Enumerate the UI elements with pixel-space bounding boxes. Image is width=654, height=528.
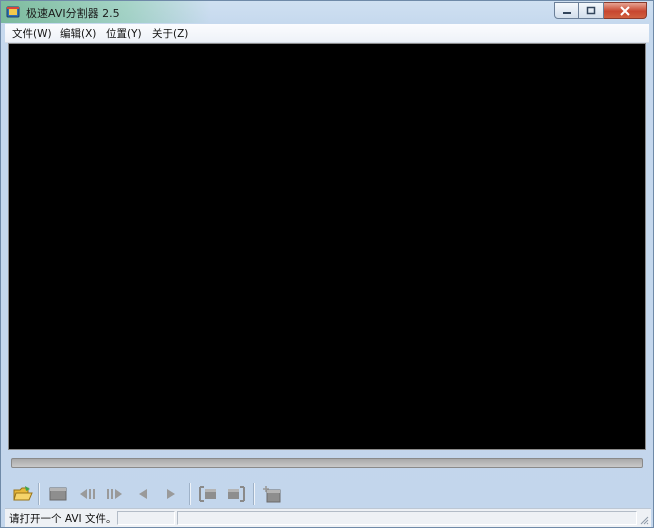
minimize-button[interactable]	[554, 2, 579, 19]
toolbar-separator	[253, 483, 254, 505]
toolbar-separator	[189, 483, 190, 505]
next-frame-button[interactable]	[104, 483, 126, 505]
mark-out-button[interactable]	[225, 483, 247, 505]
app-icon	[6, 6, 20, 18]
play-icon	[167, 489, 175, 499]
split-save-icon	[263, 486, 281, 503]
open-folder-icon	[13, 486, 33, 501]
minimize-icon	[562, 11, 571, 14]
open-button[interactable]	[12, 483, 34, 505]
title-bar[interactable]: 极速AVI分割器 2.5	[1, 1, 653, 23]
status-pane	[177, 511, 637, 525]
toolbar-separator	[38, 483, 39, 505]
play-button[interactable]	[160, 483, 182, 505]
split-save-button[interactable]	[261, 483, 283, 505]
video-preview	[8, 43, 646, 450]
stop-button[interactable]	[47, 483, 69, 505]
close-button[interactable]	[604, 2, 647, 19]
mark-in-button[interactable]	[197, 483, 219, 505]
status-message: 请打开一个 AVI 文件。	[9, 513, 117, 525]
stop-icon	[49, 487, 67, 501]
menu-bar: 文件(W) 编辑(X) 位置(Y) 关于(Z)	[5, 24, 649, 43]
menu-position[interactable]: 位置(Y)	[104, 26, 144, 41]
seek-slider[interactable]	[11, 458, 643, 468]
mark-out-icon	[228, 486, 245, 502]
status-bar: 请打开一个 AVI 文件。	[5, 508, 651, 527]
app-window: 极速AVI分割器 2.5 文件(W) 编辑(X) 位置(Y) 关于(Z) 请打开…	[0, 0, 654, 528]
step-back-button[interactable]	[132, 483, 154, 505]
menu-about[interactable]: 关于(Z)	[150, 26, 190, 41]
previous-frame-button[interactable]	[76, 483, 98, 505]
maximize-button[interactable]	[579, 2, 604, 19]
window-title: 极速AVI分割器 2.5	[26, 7, 120, 20]
mark-in-icon	[199, 486, 216, 502]
step-back-icon	[139, 489, 147, 499]
close-icon	[620, 5, 630, 16]
maximize-icon	[586, 6, 596, 15]
caption-buttons	[554, 2, 647, 19]
toolbar	[5, 480, 649, 507]
menu-edit[interactable]: 编辑(X)	[58, 26, 98, 41]
menu-file[interactable]: 文件(W)	[10, 26, 54, 41]
resize-grip-icon[interactable]	[639, 515, 649, 525]
previous-frame-icon	[80, 489, 95, 499]
status-pane	[117, 511, 175, 525]
next-frame-icon	[107, 489, 122, 499]
